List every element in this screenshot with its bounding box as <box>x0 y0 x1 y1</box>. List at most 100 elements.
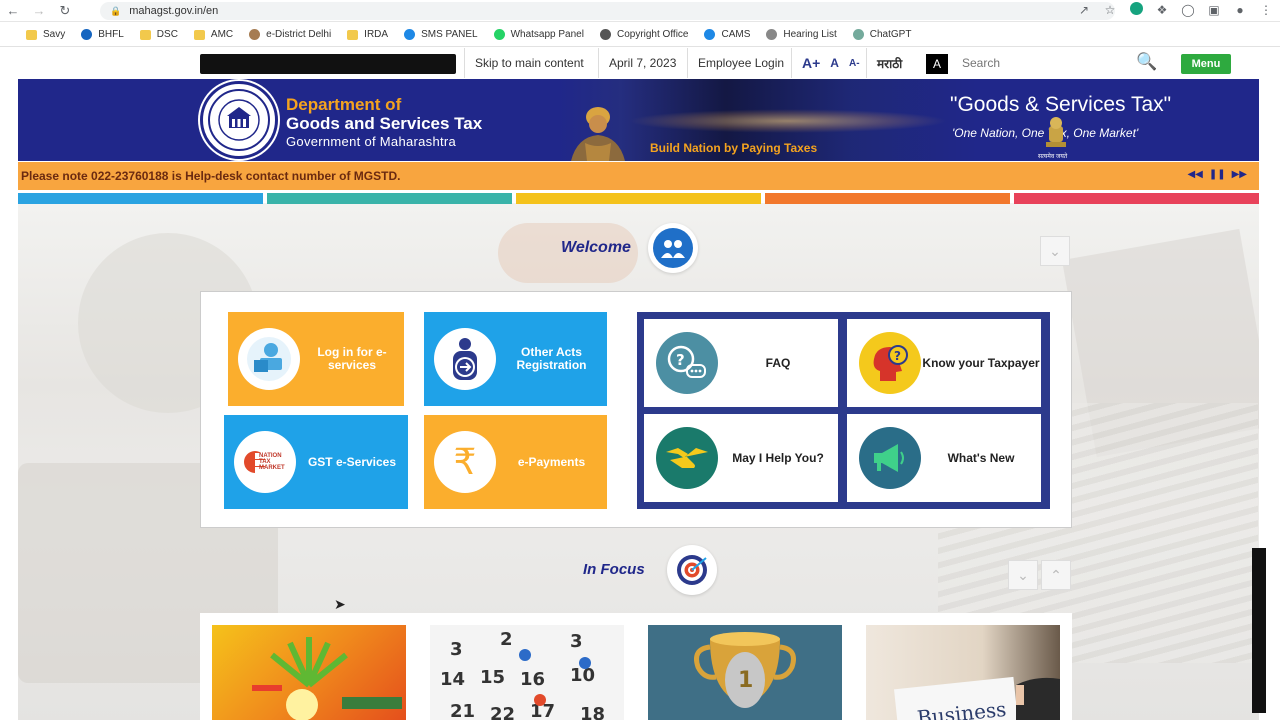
profile-avatar[interactable]: ● <box>1232 3 1248 17</box>
menu-button[interactable]: Menu <box>1181 54 1231 74</box>
page-viewport: Skip to main content April 7, 2023 Emplo… <box>18 48 1259 720</box>
know-your-taxpayer-tile[interactable]: ? Know your Taxpayer <box>847 319 1041 407</box>
contrast-toggle[interactable]: A <box>926 54 948 74</box>
gst-eservices-tile[interactable]: NATION TAX MARKET GST e-Services <box>224 415 408 509</box>
bookmark-label: e-District Delhi <box>266 29 332 40</box>
share-icon[interactable]: ↗ <box>1076 3 1092 17</box>
font-smaller-button[interactable]: A- <box>849 58 860 69</box>
url-field[interactable]: 🔒 mahagst.gov.in/en <box>100 2 1115 20</box>
bookmark-amc[interactable]: AMC <box>193 29 233 40</box>
focus-card-idea-bulb[interactable] <box>212 625 406 720</box>
welcome-users-icon <box>648 223 698 273</box>
whats-new-tile[interactable]: What's New <box>847 414 1041 502</box>
bookmark-savy[interactable]: Savy <box>26 29 65 40</box>
focus-card-business-newspaper[interactable]: Business <box>866 625 1060 720</box>
whats-new-label: What's New <box>947 450 1015 465</box>
in-focus-title: In Focus <box>583 561 645 578</box>
welcome-collapse-chevron-icon[interactable]: ⌄ <box>1040 236 1070 266</box>
bookmark-bhfl[interactable]: BHFL <box>81 29 124 40</box>
extension-grammarly-icon[interactable] <box>1128 2 1144 18</box>
statue-bust-image <box>571 107 625 161</box>
font-size-controls: A+ A A- <box>791 48 870 78</box>
reload-icon[interactable]: ↻ <box>52 0 78 22</box>
ticker-controls: ◀◀ ❚❚ ▶▶ <box>1187 169 1247 180</box>
svg-text:1: 1 <box>738 668 753 693</box>
megaphone-icon <box>859 427 921 489</box>
focus-card-calendar[interactable]: 323 14 15 16 10 21 22 17 18 <box>430 625 624 720</box>
decorative-black-strip <box>200 54 456 74</box>
bookmark-cams[interactable]: CAMS <box>704 29 750 40</box>
header-banner: Department of Goods and Services Tax Gov… <box>18 79 1259 161</box>
may-i-help-label: May I Help You? <box>732 450 824 465</box>
media-icon[interactable]: ◯ <box>1180 3 1196 17</box>
search-input[interactable] <box>962 52 1127 74</box>
bookmark-label: SMS PANEL <box>421 29 478 40</box>
bookmark-irda[interactable]: IRDA <box>347 29 388 40</box>
back-icon[interactable]: ← <box>0 0 26 22</box>
in-focus-down-chevron-icon[interactable]: ⌄ <box>1008 560 1038 590</box>
bookmark-chatgpt[interactable]: ChatGPT <box>852 29 912 40</box>
in-focus-panel: 323 14 15 16 10 21 22 17 18 1 Business <box>200 613 1072 720</box>
lock-icon: 🔒 <box>110 5 122 16</box>
help-box: ? FAQ ? Know your Taxpayer May I Help Yo… <box>637 312 1050 509</box>
bookmark-label: DSC <box>156 29 178 40</box>
bookmark-sms-panel[interactable]: SMS PANEL <box>404 29 478 40</box>
bookmark-label: Copyright Office <box>616 29 689 40</box>
bookmark-label: IRDA <box>364 29 389 40</box>
bookmark-e-district-delhi[interactable]: e-District Delhi <box>249 29 331 40</box>
dept-subtitle: Government of Maharashtra <box>286 134 457 149</box>
e-payments-tile[interactable]: ₹ e-Payments <box>424 415 607 509</box>
bookmark-label: Whatsapp Panel <box>510 29 584 40</box>
chatgpt-icon <box>852 29 864 40</box>
rupee-icon: ₹ <box>434 431 496 493</box>
extensions-icon[interactable]: ❖ <box>1154 3 1170 17</box>
bookmark-whatsapp-panel[interactable]: Whatsapp Panel <box>493 29 584 40</box>
cams-icon <box>704 29 716 40</box>
search-icon[interactable]: 🔍 <box>1136 52 1157 72</box>
sidepanel-icon[interactable]: ▣ <box>1206 3 1222 17</box>
registration-person-icon <box>434 328 496 390</box>
mouse-cursor-icon: ➤ <box>334 596 346 612</box>
taxpayer-head-question-icon: ? <box>859 332 921 394</box>
bookmark-copyright-office[interactable]: Copyright Office <box>599 29 689 40</box>
bookmark-dsc[interactable]: DSC <box>139 29 178 40</box>
city-lights-decor <box>628 109 948 133</box>
font-normal-button[interactable]: A <box>830 56 839 70</box>
build-nation-tagline: Build Nation by Paying Taxes <box>650 141 818 155</box>
bookmark-hearing-list[interactable]: Hearing List <box>766 29 837 40</box>
know-taxpayer-label: Know your Taxpayer <box>922 355 1040 370</box>
login-eservices-label: Log in for e-services <box>317 345 387 372</box>
focus-card-trophy[interactable]: 1 <box>648 625 842 720</box>
in-focus-up-chevron-icon[interactable]: ⌃ <box>1041 560 1071 590</box>
site-icon <box>81 29 93 40</box>
font-larger-button[interactable]: A+ <box>802 55 820 71</box>
may-i-help-you-tile[interactable]: May I Help You? <box>644 414 838 502</box>
whatsapp-icon <box>493 29 505 40</box>
bookmark-label: ChatGPT <box>869 29 912 40</box>
faq-tile[interactable]: ? FAQ <box>644 319 838 407</box>
kebab-menu-icon[interactable]: ⋮ <box>1258 3 1274 17</box>
floating-side-toolbar[interactable] <box>1252 548 1266 713</box>
maharashtra-seal-logo[interactable] <box>200 81 278 159</box>
color-strip-segment <box>765 193 1010 204</box>
skip-link[interactable]: Skip to main content <box>464 48 594 78</box>
forward-icon[interactable]: → <box>26 0 52 22</box>
other-acts-registration-tile[interactable]: Other Acts Registration <box>424 312 607 406</box>
other-acts-label: Other Acts Registration <box>516 345 587 372</box>
svg-text:18: 18 <box>580 704 605 720</box>
target-icon <box>667 545 717 595</box>
ticker-pause-icon[interactable]: ❚❚ <box>1209 169 1226 180</box>
welcome-title: Welcome <box>561 239 631 256</box>
ticker-next-icon[interactable]: ▶▶ <box>1232 169 1247 180</box>
faq-chat-icon: ? <box>656 332 718 394</box>
svg-text:22: 22 <box>490 704 515 720</box>
color-strip-segment <box>1014 193 1259 204</box>
employee-login-link[interactable]: Employee Login <box>687 48 794 78</box>
login-eservices-tile[interactable]: Log in for e-services <box>228 312 404 406</box>
faq-label: FAQ <box>765 355 791 370</box>
bookmark-star-icon[interactable]: ☆ <box>1102 3 1118 17</box>
ticker-prev-icon[interactable]: ◀◀ <box>1187 169 1202 180</box>
handshake-icon <box>656 427 718 489</box>
mail-icon <box>404 29 416 40</box>
language-marathi-link[interactable]: मराठी <box>866 48 912 78</box>
